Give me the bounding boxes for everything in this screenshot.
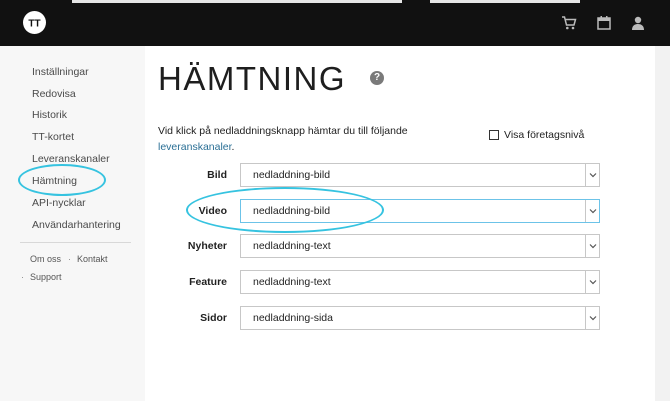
main-panel: HÄMTNING ? Vid klick på nedladdningsknap… xyxy=(145,46,655,401)
sidebar-item-api-nycklar[interactable]: API-nycklar xyxy=(32,197,86,209)
chevron-down-icon[interactable] xyxy=(585,307,599,329)
company-level-toggle[interactable]: Visa företagsnivå xyxy=(489,129,584,141)
intro-sentence: Vid klick på nedladdningsknapp hämtar du… xyxy=(158,125,408,137)
browser-strip xyxy=(430,0,580,3)
row-label-feature: Feature xyxy=(189,276,227,288)
cart-icon[interactable] xyxy=(561,15,577,31)
footer-link-about[interactable]: Om oss xyxy=(30,254,61,264)
footer-link-contact[interactable]: Kontakt xyxy=(77,254,108,264)
chevron-down-icon[interactable] xyxy=(585,235,599,257)
help-icon[interactable]: ? xyxy=(370,71,384,85)
footer-bullet: · xyxy=(21,272,24,282)
select-video[interactable]: nedladdning-bild xyxy=(240,199,600,223)
company-level-label: Visa företagsnivå xyxy=(504,129,585,141)
sidebar: Inställningar Redovisa Historik TT-korte… xyxy=(0,46,145,401)
row-label-sidor: Sidor xyxy=(200,312,227,324)
select-sidor-value: nedladdning-sida xyxy=(253,312,333,324)
user-icon[interactable] xyxy=(630,15,646,31)
page-title: HÄMTNING xyxy=(158,60,346,97)
chevron-down-icon[interactable] xyxy=(585,164,599,186)
select-sidor[interactable]: nedladdning-sida xyxy=(240,306,600,330)
sidebar-item-leveranskanaler[interactable]: Leveranskanaler xyxy=(32,153,110,165)
select-feature[interactable]: nedladdning-text xyxy=(240,270,600,294)
select-nyheter-value: nedladdning-text xyxy=(253,240,331,252)
company-level-checkbox[interactable] xyxy=(489,130,499,140)
sidebar-item-anvandarhantering[interactable]: Användarhantering xyxy=(32,219,121,231)
intro-period: . xyxy=(231,141,235,153)
sidebar-item-historik[interactable]: Historik xyxy=(32,109,67,121)
select-nyheter[interactable]: nedladdning-text xyxy=(240,234,600,258)
logo-text: TT xyxy=(28,19,40,30)
intro-text: Vid klick på nedladdningsknapp hämtar du… xyxy=(158,123,408,155)
row-label-bild: Bild xyxy=(207,169,227,181)
browser-strip xyxy=(72,0,402,3)
tt-logo[interactable]: TT xyxy=(23,11,46,34)
row-label-video: Video xyxy=(198,205,227,217)
calendar-icon[interactable] xyxy=(596,15,612,31)
top-bar: TT xyxy=(0,0,670,46)
sidebar-item-redovisa[interactable]: Redovisa xyxy=(32,88,76,100)
footer-link-support[interactable]: Support xyxy=(30,272,62,282)
select-video-value: nedladdning-bild xyxy=(253,205,331,217)
select-bild-value: nedladdning-bild xyxy=(253,169,331,181)
footer-separator: · xyxy=(68,254,71,264)
sidebar-item-hamtning[interactable]: Hämtning xyxy=(32,175,77,187)
sidebar-item-installningar[interactable]: Inställningar xyxy=(32,66,89,78)
chevron-down-icon[interactable] xyxy=(585,200,599,222)
sidebar-item-tt-kortet[interactable]: TT-kortet xyxy=(32,131,74,143)
chevron-down-icon[interactable] xyxy=(585,271,599,293)
leveranskanaler-link[interactable]: leveranskanaler xyxy=(158,141,232,153)
select-feature-value: nedladdning-text xyxy=(253,276,331,288)
select-bild[interactable]: nedladdning-bild xyxy=(240,163,600,187)
row-label-nyheter: Nyheter xyxy=(187,240,227,252)
sidebar-divider xyxy=(20,242,131,243)
